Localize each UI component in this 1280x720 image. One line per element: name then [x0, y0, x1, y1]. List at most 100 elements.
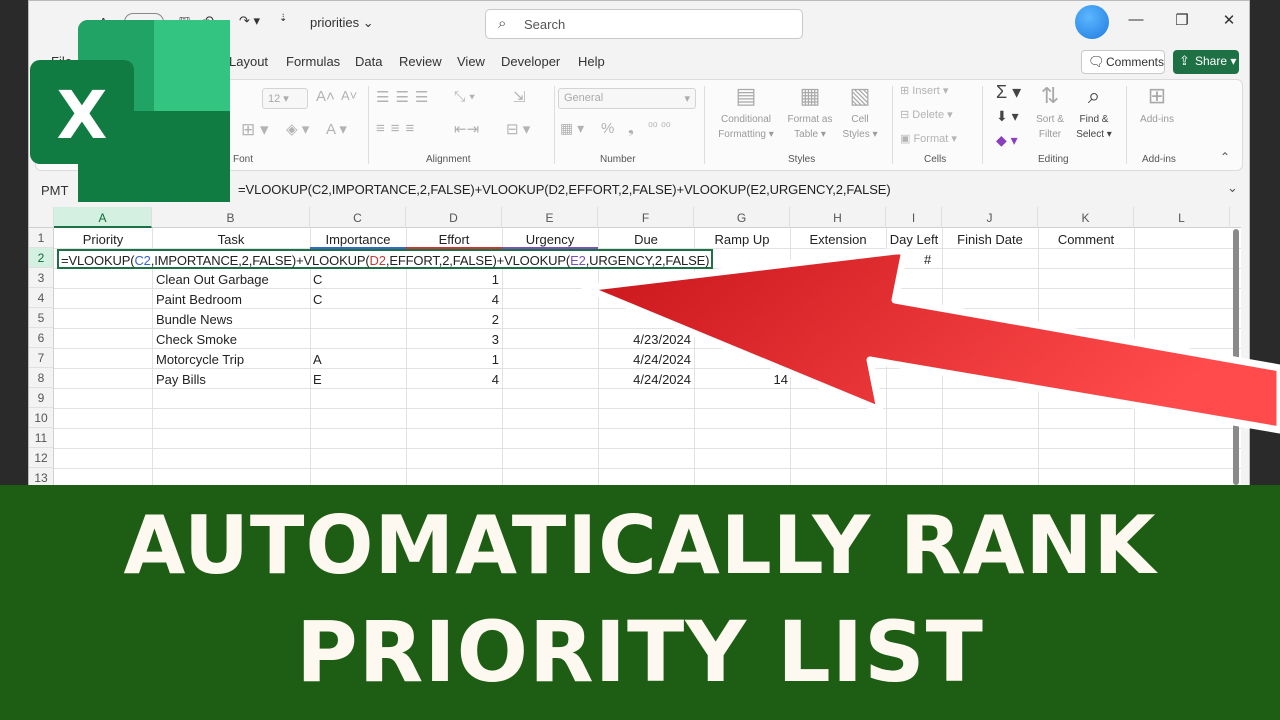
vertical-align-icons[interactable]: ☰☰☰ — [376, 88, 434, 106]
row-header[interactable]: 6 — [29, 328, 54, 348]
borders-icon[interactable]: ⊞ ▾ — [241, 120, 269, 140]
decimal-icons[interactable]: ⁰⁰ ⁰⁰ — [648, 120, 671, 134]
fill-color-icon[interactable]: ◈ ▾ — [286, 120, 309, 138]
row-header[interactable]: 10 — [29, 408, 54, 428]
effort-cell[interactable]: 3 — [406, 329, 499, 349]
accounting-format-icon[interactable]: ▦ ▾ — [560, 120, 584, 137]
font-size-select[interactable]: 12 ▾ — [262, 88, 308, 109]
avatar[interactable] — [1075, 5, 1109, 39]
minimize-icon[interactable]: — — [1126, 11, 1146, 28]
row-header[interactable]: 3 — [29, 268, 54, 288]
importance-cell[interactable]: C — [313, 269, 353, 289]
collapse-ribbon-icon[interactable]: ⌃ — [1220, 150, 1230, 164]
header-finish-date[interactable]: Finish Date — [942, 229, 1038, 249]
col-header-i[interactable]: I — [886, 207, 942, 228]
search-box[interactable]: ⌕ Search — [485, 9, 803, 39]
col-header-g[interactable]: G — [694, 207, 790, 228]
indent-icons[interactable]: ⇤⇥ — [454, 120, 479, 138]
due-cell[interactable]: 4/24/2024 — [598, 349, 691, 369]
autosum-icon[interactable]: Σ ▾ — [996, 82, 1021, 103]
header-due[interactable]: Due — [598, 229, 694, 249]
task-cell[interactable]: Pay Bills — [156, 369, 306, 389]
task-cell[interactable]: Paint Bedroom — [156, 289, 306, 309]
row-header[interactable]: 8 — [29, 368, 54, 388]
row-header[interactable]: 4 — [29, 288, 54, 308]
row-header[interactable]: 12 — [29, 448, 54, 468]
row-header[interactable]: 5 — [29, 308, 54, 328]
header-day-left[interactable]: Day Left — [886, 229, 942, 249]
header-urgency[interactable]: Urgency — [502, 229, 598, 249]
delete-button[interactable]: ⊟ Delete ▾ — [900, 108, 953, 121]
col-header-h[interactable]: H — [790, 207, 886, 228]
vertical-scrollbar[interactable] — [1233, 229, 1239, 485]
effort-cell[interactable]: 2 — [406, 309, 499, 329]
fill-icon[interactable]: ⬇ ▾ — [996, 108, 1019, 125]
tab-help[interactable]: Help — [578, 54, 605, 69]
formula-input[interactable]: =VLOOKUP(C2,IMPORTANCE,2,FALSE)+VLOOKUP(… — [238, 182, 891, 197]
header-task[interactable]: Task — [152, 229, 310, 249]
col-header-j[interactable]: J — [942, 207, 1038, 228]
effort-cell[interactable]: 1 — [406, 269, 499, 289]
cell-i2[interactable]: # — [924, 249, 940, 269]
effort-cell[interactable]: 4 — [406, 369, 499, 389]
row-header[interactable]: 1 — [29, 228, 54, 248]
sort-filter-button[interactable]: ⇅ Sort & Filter — [1030, 84, 1070, 142]
due-cell[interactable]: 4/24/2024 — [598, 369, 691, 389]
header-priority[interactable]: Priority — [54, 229, 152, 249]
expand-formula-icon[interactable]: ⌄ — [1227, 180, 1238, 196]
select-all-corner[interactable] — [29, 207, 54, 228]
orientation-icon[interactable]: ⤡ ▾ — [454, 88, 475, 105]
close-icon[interactable]: ✕ — [1219, 11, 1239, 29]
effort-cell[interactable]: 1 — [406, 349, 499, 369]
col-header-e[interactable]: E — [502, 207, 598, 228]
task-cell[interactable]: Clean Out Garbage — [156, 269, 306, 289]
col-header-b[interactable]: B — [152, 207, 310, 228]
horizontal-align-icons[interactable]: ≡≡≡ — [376, 120, 420, 137]
tab-view[interactable]: View — [457, 54, 485, 69]
maximize-icon[interactable]: ❐ — [1172, 11, 1192, 29]
importance-cell[interactable]: E — [313, 369, 353, 389]
col-header-a[interactable]: A — [54, 207, 152, 228]
header-extension[interactable]: Extension — [790, 229, 886, 249]
tab-developer[interactable]: Developer — [501, 54, 560, 69]
row-header[interactable]: 9 — [29, 388, 54, 408]
header-effort[interactable]: Effort — [406, 229, 502, 249]
header-ramp-up[interactable]: Ramp Up — [694, 229, 790, 249]
customize-qat-icon[interactable]: ⇣ — [279, 13, 287, 24]
comma-style-icon[interactable]: ❟ — [628, 120, 634, 137]
share-button[interactable]: ⇪ Share ▾ — [1173, 50, 1239, 74]
font-color-icon[interactable]: A ▾ — [326, 120, 347, 138]
find-select-button[interactable]: ⌕ Find & Select ▾ — [1072, 84, 1116, 142]
cell-edit-formula[interactable]: =VLOOKUP(C2,IMPORTANCE,2,FALSE)+VLOOKUP(… — [57, 249, 714, 269]
file-name[interactable]: priorities ⌄ — [310, 15, 374, 31]
col-header-l[interactable]: L — [1134, 207, 1230, 228]
percent-icon[interactable]: % — [601, 120, 614, 137]
tab-layout[interactable]: Layout — [229, 54, 268, 69]
format-as-table-button[interactable]: ▦ Format as Table ▾ — [784, 84, 836, 142]
addins-button[interactable]: ⊞ Add-ins — [1132, 84, 1182, 127]
header-comment[interactable]: Comment — [1038, 229, 1134, 249]
clear-icon[interactable]: ◆ ▾ — [996, 132, 1018, 149]
conditional-formatting-button[interactable]: ▤ Conditional Formatting ▾ — [710, 84, 782, 142]
due-cell[interactable]: 4/23/2024 — [598, 329, 691, 349]
increase-font-icon[interactable]: A˄ — [316, 88, 335, 105]
wrap-text-icon[interactable]: ⇲ — [513, 88, 526, 106]
row-header[interactable]: 11 — [29, 428, 54, 448]
task-cell[interactable]: Bundle News — [156, 309, 306, 329]
col-header-f[interactable]: F — [598, 207, 694, 228]
header-importance[interactable]: Importance — [310, 229, 406, 249]
cell-styles-button[interactable]: ▧ Cell Styles ▾ — [840, 84, 880, 142]
col-header-k[interactable]: K — [1038, 207, 1134, 228]
importance-cell[interactable]: A — [313, 349, 353, 369]
task-cell[interactable]: Motorcycle Trip — [156, 349, 306, 369]
task-cell[interactable]: Check Smoke — [156, 329, 306, 349]
insert-button[interactable]: ⊞ Insert ▾ — [900, 84, 948, 97]
merge-center-icon[interactable]: ⊟ ▾ — [506, 120, 530, 138]
effort-cell[interactable]: 4 — [406, 289, 499, 309]
importance-cell[interactable]: C — [313, 289, 353, 309]
col-header-c[interactable]: C — [310, 207, 406, 228]
ramp-up-cell[interactable]: 14 — [694, 369, 788, 389]
tab-review[interactable]: Review — [399, 54, 442, 69]
number-format-select[interactable]: General ▾ — [558, 88, 696, 109]
format-button[interactable]: ▣ Format ▾ — [900, 132, 957, 145]
